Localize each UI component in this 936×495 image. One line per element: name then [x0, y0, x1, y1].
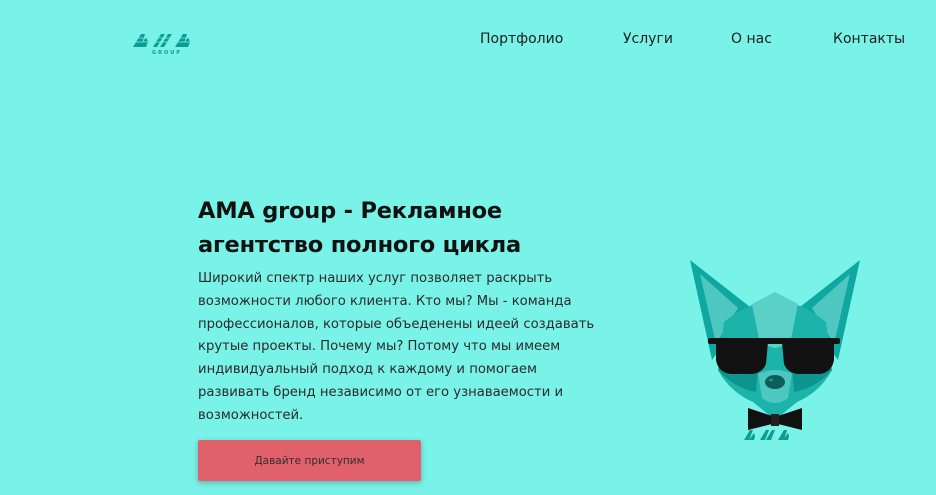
dog-mascot-illustration	[690, 260, 860, 440]
nav-item-services[interactable]: Услуги	[623, 31, 673, 47]
nav-item-about[interactable]: О нас	[731, 31, 772, 47]
dog-nose	[765, 375, 785, 389]
get-started-button[interactable]: Давайте приступим	[198, 440, 421, 481]
hero-description: Широкий спектр наших услуг позволяет рас…	[198, 271, 595, 423]
main-nav: Портфолио Услуги О нас Контакты	[0, 31, 936, 51]
nav-item-contacts[interactable]: Контакты	[833, 31, 905, 47]
nav-item-portfolio[interactable]: Портфолио	[480, 31, 563, 47]
dog-logo-badge	[744, 430, 789, 440]
hero-title: AMA group - Рекламное агентство полного …	[198, 198, 522, 258]
